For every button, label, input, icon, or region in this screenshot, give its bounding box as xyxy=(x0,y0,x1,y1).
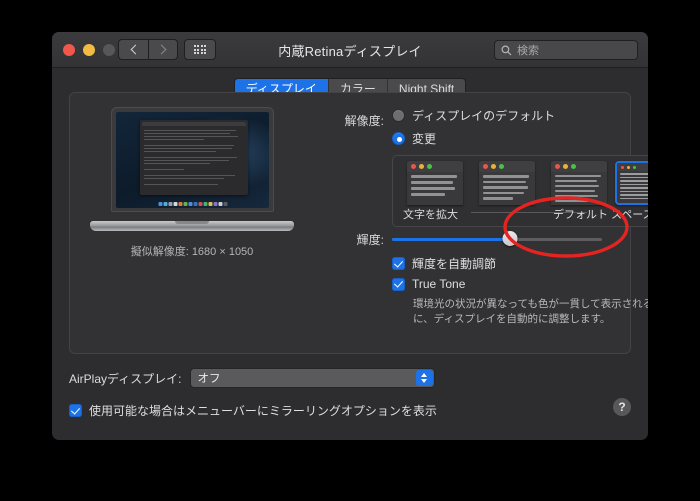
search-placeholder: 検索 xyxy=(517,45,539,57)
display-options-column: 解像度: ディスプレイのデフォルト 変更 文字を拡大 デフォルト スペー 輝度:… xyxy=(314,107,648,325)
airplay-popup-button[interactable]: オフ xyxy=(189,368,435,388)
true-tone-label: True Tone xyxy=(412,277,466,291)
search-icon xyxy=(501,45,512,55)
radio-scaled[interactable] xyxy=(392,132,405,145)
auto-brightness-label: 輝度を自動調節 xyxy=(412,257,497,271)
mockup-titlebar xyxy=(142,121,246,126)
stepper-arrows-icon xyxy=(415,370,433,386)
mirroring-option-row[interactable]: 使用可能な場合はメニューバーにミラーリングオプションを表示 xyxy=(69,402,437,419)
resolution-option-default[interactable]: ディスプレイのデフォルト xyxy=(392,107,616,124)
scale-label-default: デフォルト xyxy=(553,209,608,221)
scale-option-4[interactable] xyxy=(615,161,648,205)
screenshot-root: 内蔵Retinaディスプレイ 検索 ディスプレイ カラー Night Shift xyxy=(0,0,700,501)
slider-knob[interactable] xyxy=(502,231,518,246)
brightness-slider[interactable] xyxy=(392,231,602,246)
resolution-option-scaled[interactable]: 変更 xyxy=(392,130,616,147)
scale-option-1[interactable] xyxy=(407,161,463,205)
display-preview: 擬似解像度: 1680 × 1050 xyxy=(78,107,306,259)
mirroring-checkbox[interactable] xyxy=(69,404,82,417)
macbook-base xyxy=(90,221,294,231)
true-tone-description: 環境光の状況が異なっても色が一貫して表示されるように、ディスプレイを自動的に調整… xyxy=(413,298,648,326)
macbook-lid xyxy=(111,107,274,212)
resolution-option-scaled-label: 変更 xyxy=(412,132,437,146)
slider-fill xyxy=(392,238,510,241)
window-titlebar: 内蔵Retinaディスプレイ 検索 xyxy=(52,32,648,68)
scale-option-2[interactable] xyxy=(479,161,535,205)
scale-label-more-space: スペースを拡大 xyxy=(611,209,648,221)
macbook-screen xyxy=(116,112,269,208)
screen-window-mockup xyxy=(140,119,248,195)
resolution-option-default-label: ディスプレイのデフォルト xyxy=(412,109,556,123)
pseudo-resolution-label: 擬似解像度: 1680 × 1050 xyxy=(130,246,254,258)
true-tone-checkbox[interactable] xyxy=(392,277,405,291)
true-tone-checkbox-row[interactable]: True Tone xyxy=(392,277,465,291)
help-button[interactable]: ? xyxy=(613,398,631,416)
macbook-illustration xyxy=(90,107,294,231)
mirroring-label: 使用可能な場合はメニューバーにミラーリングオプションを表示 xyxy=(89,404,437,418)
airplay-display-row: AirPlayディスプレイ: オフ xyxy=(69,368,435,388)
scaling-options-box: 文字を拡大 デフォルト スペースを拡大 xyxy=(392,155,648,227)
system-preferences-window: 内蔵Retinaディスプレイ 検索 ディスプレイ カラー Night Shift xyxy=(52,32,648,440)
airplay-label: AirPlayディスプレイ: xyxy=(69,371,182,386)
resolution-label: 解像度: xyxy=(344,114,384,128)
radio-default[interactable] xyxy=(392,109,405,122)
scale-label-larger-text: 文字を拡大 xyxy=(403,209,458,221)
scaling-labels: 文字を拡大 デフォルト スペースを拡大 xyxy=(393,206,648,226)
auto-brightness-checkbox-row[interactable]: 輝度を自動調節 xyxy=(392,255,496,272)
scaling-thumbnails xyxy=(393,161,648,205)
display-settings-panel: 擬似解像度: 1680 × 1050 解像度: ディスプレイのデフォルト 変更 xyxy=(69,92,648,354)
airplay-value: オフ xyxy=(197,373,221,385)
scale-option-3[interactable] xyxy=(551,161,607,205)
brightness-label: 輝度: xyxy=(356,233,384,247)
macbook-notch xyxy=(175,221,209,224)
screen-dock xyxy=(158,202,227,206)
auto-brightness-checkbox[interactable] xyxy=(392,257,405,270)
search-field[interactable]: 検索 xyxy=(494,40,638,60)
